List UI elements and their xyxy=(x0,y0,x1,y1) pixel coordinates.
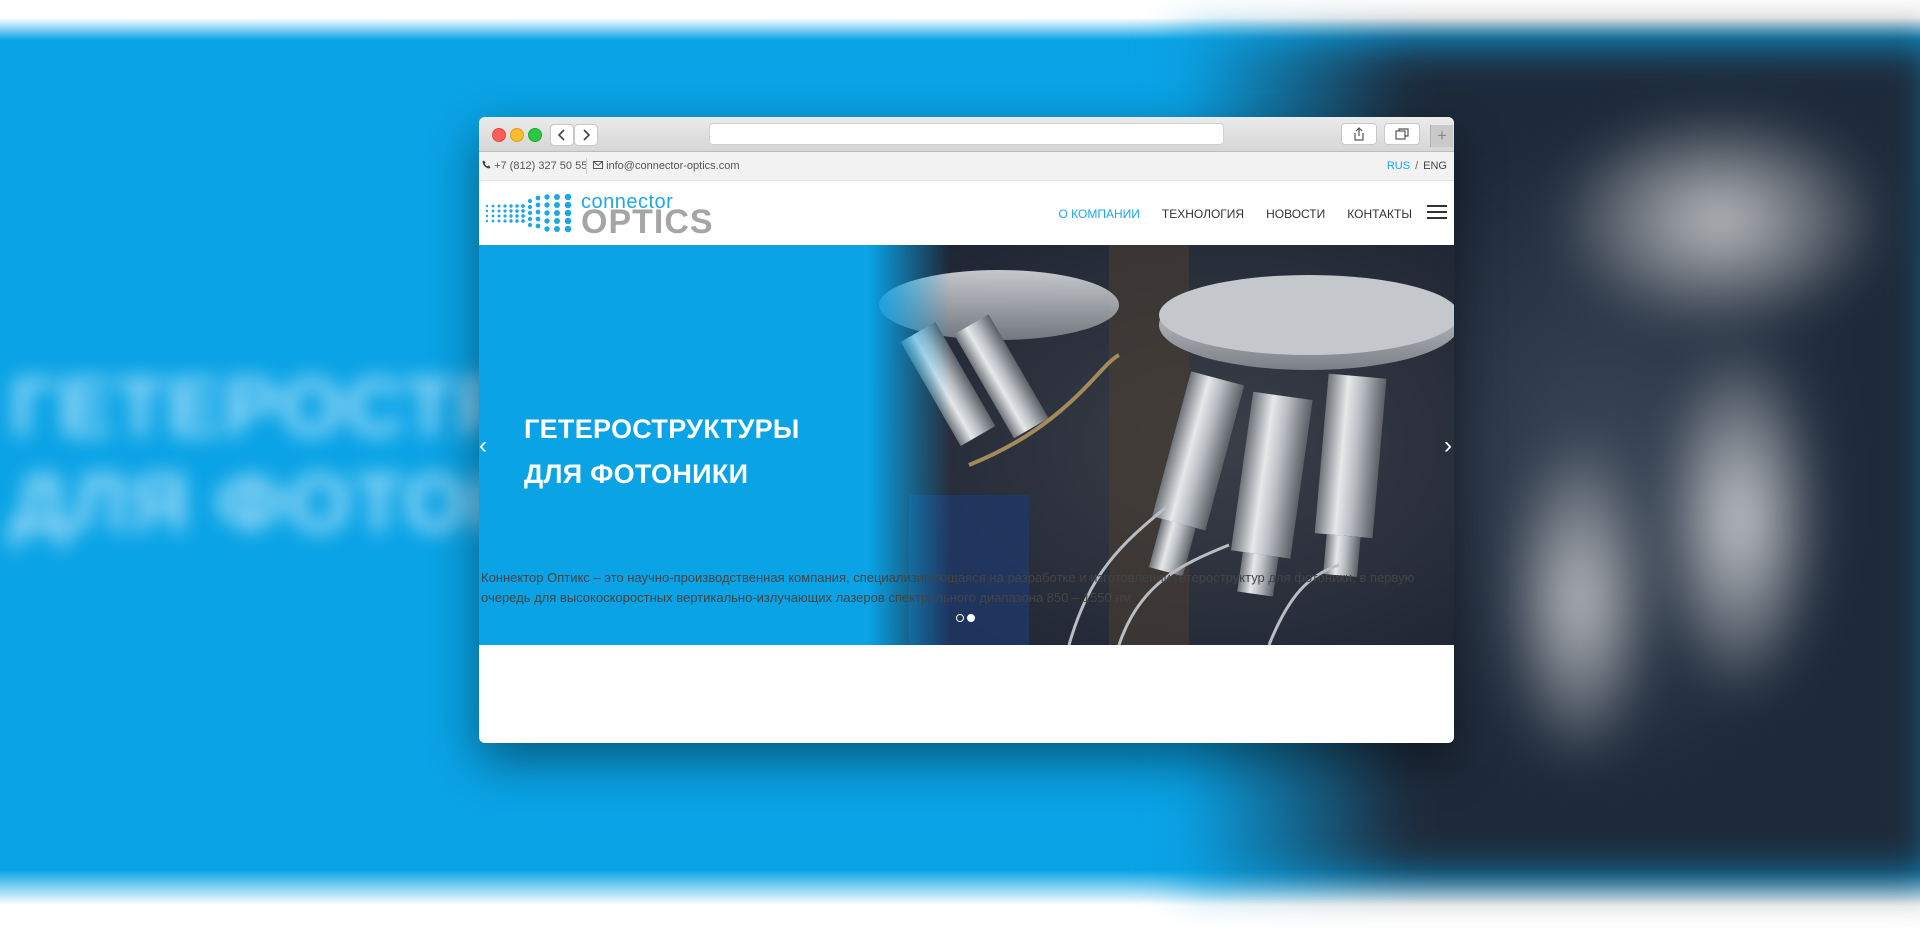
back-button[interactable] xyxy=(550,124,574,146)
hero-title-line2: ДЛЯ ФОТОНИКИ xyxy=(524,459,749,489)
close-window-button[interactable] xyxy=(492,128,506,142)
hero-title: ГЕТЕРОСТРУКТУРЫ ДЛЯ ФОТОНИКИ xyxy=(524,407,800,497)
contact-infobar: +7 (812) 327 50 55 info@connector-optics… xyxy=(479,152,1454,181)
hamburger-menu-icon[interactable] xyxy=(1427,205,1447,221)
chevron-left-icon xyxy=(557,129,565,141)
lang-separator: / xyxy=(1415,160,1419,172)
logo-optics-text: OPTICS xyxy=(581,203,714,241)
new-tab-button[interactable]: + xyxy=(1430,125,1453,147)
zoom-window-button[interactable] xyxy=(528,128,542,142)
slider-next-button[interactable]: › xyxy=(1444,434,1452,458)
language-switcher: RUS / ENG xyxy=(1387,160,1447,172)
slider-prev-button[interactable]: ‹ xyxy=(479,434,487,458)
connector-optics-logo[interactable]: connector OPTICS xyxy=(483,191,713,239)
lang-eng-link[interactable]: ENG xyxy=(1423,160,1447,172)
forward-button[interactable] xyxy=(574,124,598,146)
browser-window: + +7 (812) 327 50 55 info@connector-opti… xyxy=(479,117,1454,743)
email-text: info@connector-optics.com xyxy=(606,160,740,172)
main-menu: О КОМПАНИИ ТЕХНОЛОГИЯ НОВОСТИ КОНТАКТЫ xyxy=(1036,207,1412,221)
menu-item-contacts[interactable]: КОНТАКТЫ xyxy=(1347,207,1412,221)
phone-icon xyxy=(482,160,491,169)
browser-titlebar: + xyxy=(479,117,1454,152)
menu-item-news[interactable]: НОВОСТИ xyxy=(1266,207,1325,221)
show-tabs-button[interactable] xyxy=(1384,123,1420,145)
lang-rus-link[interactable]: RUS xyxy=(1387,160,1410,172)
phone-link[interactable]: +7 (812) 327 50 55 xyxy=(482,160,587,172)
share-icon xyxy=(1354,127,1364,141)
hero-title-line1: ГЕТЕРОСТРУКТУРЫ xyxy=(524,414,800,444)
chevron-right-icon xyxy=(583,129,591,141)
slider-dot-1[interactable] xyxy=(956,614,964,622)
menu-item-technology[interactable]: ТЕХНОЛОГИЯ xyxy=(1162,207,1244,221)
company-description: Коннектор Оптикс – это научно-производст… xyxy=(481,570,1415,605)
email-link[interactable]: info@connector-optics.com xyxy=(593,160,740,172)
slider-dot-2[interactable] xyxy=(967,614,975,622)
share-button[interactable] xyxy=(1341,123,1377,145)
slider-pagination xyxy=(956,609,978,627)
address-bar[interactable] xyxy=(709,123,1224,145)
envelope-icon xyxy=(593,161,603,169)
logo-dots-icon xyxy=(485,193,572,233)
minimize-window-button[interactable] xyxy=(510,128,524,142)
menu-item-about[interactable]: О КОМПАНИИ xyxy=(1058,207,1139,221)
tabs-icon xyxy=(1395,128,1409,140)
phone-text: +7 (812) 327 50 55 xyxy=(494,160,588,172)
site-header: connector OPTICS О КОМПАНИИ ТЕХНОЛОГИЯ НОВ… xyxy=(479,181,1454,245)
divider xyxy=(586,158,587,174)
